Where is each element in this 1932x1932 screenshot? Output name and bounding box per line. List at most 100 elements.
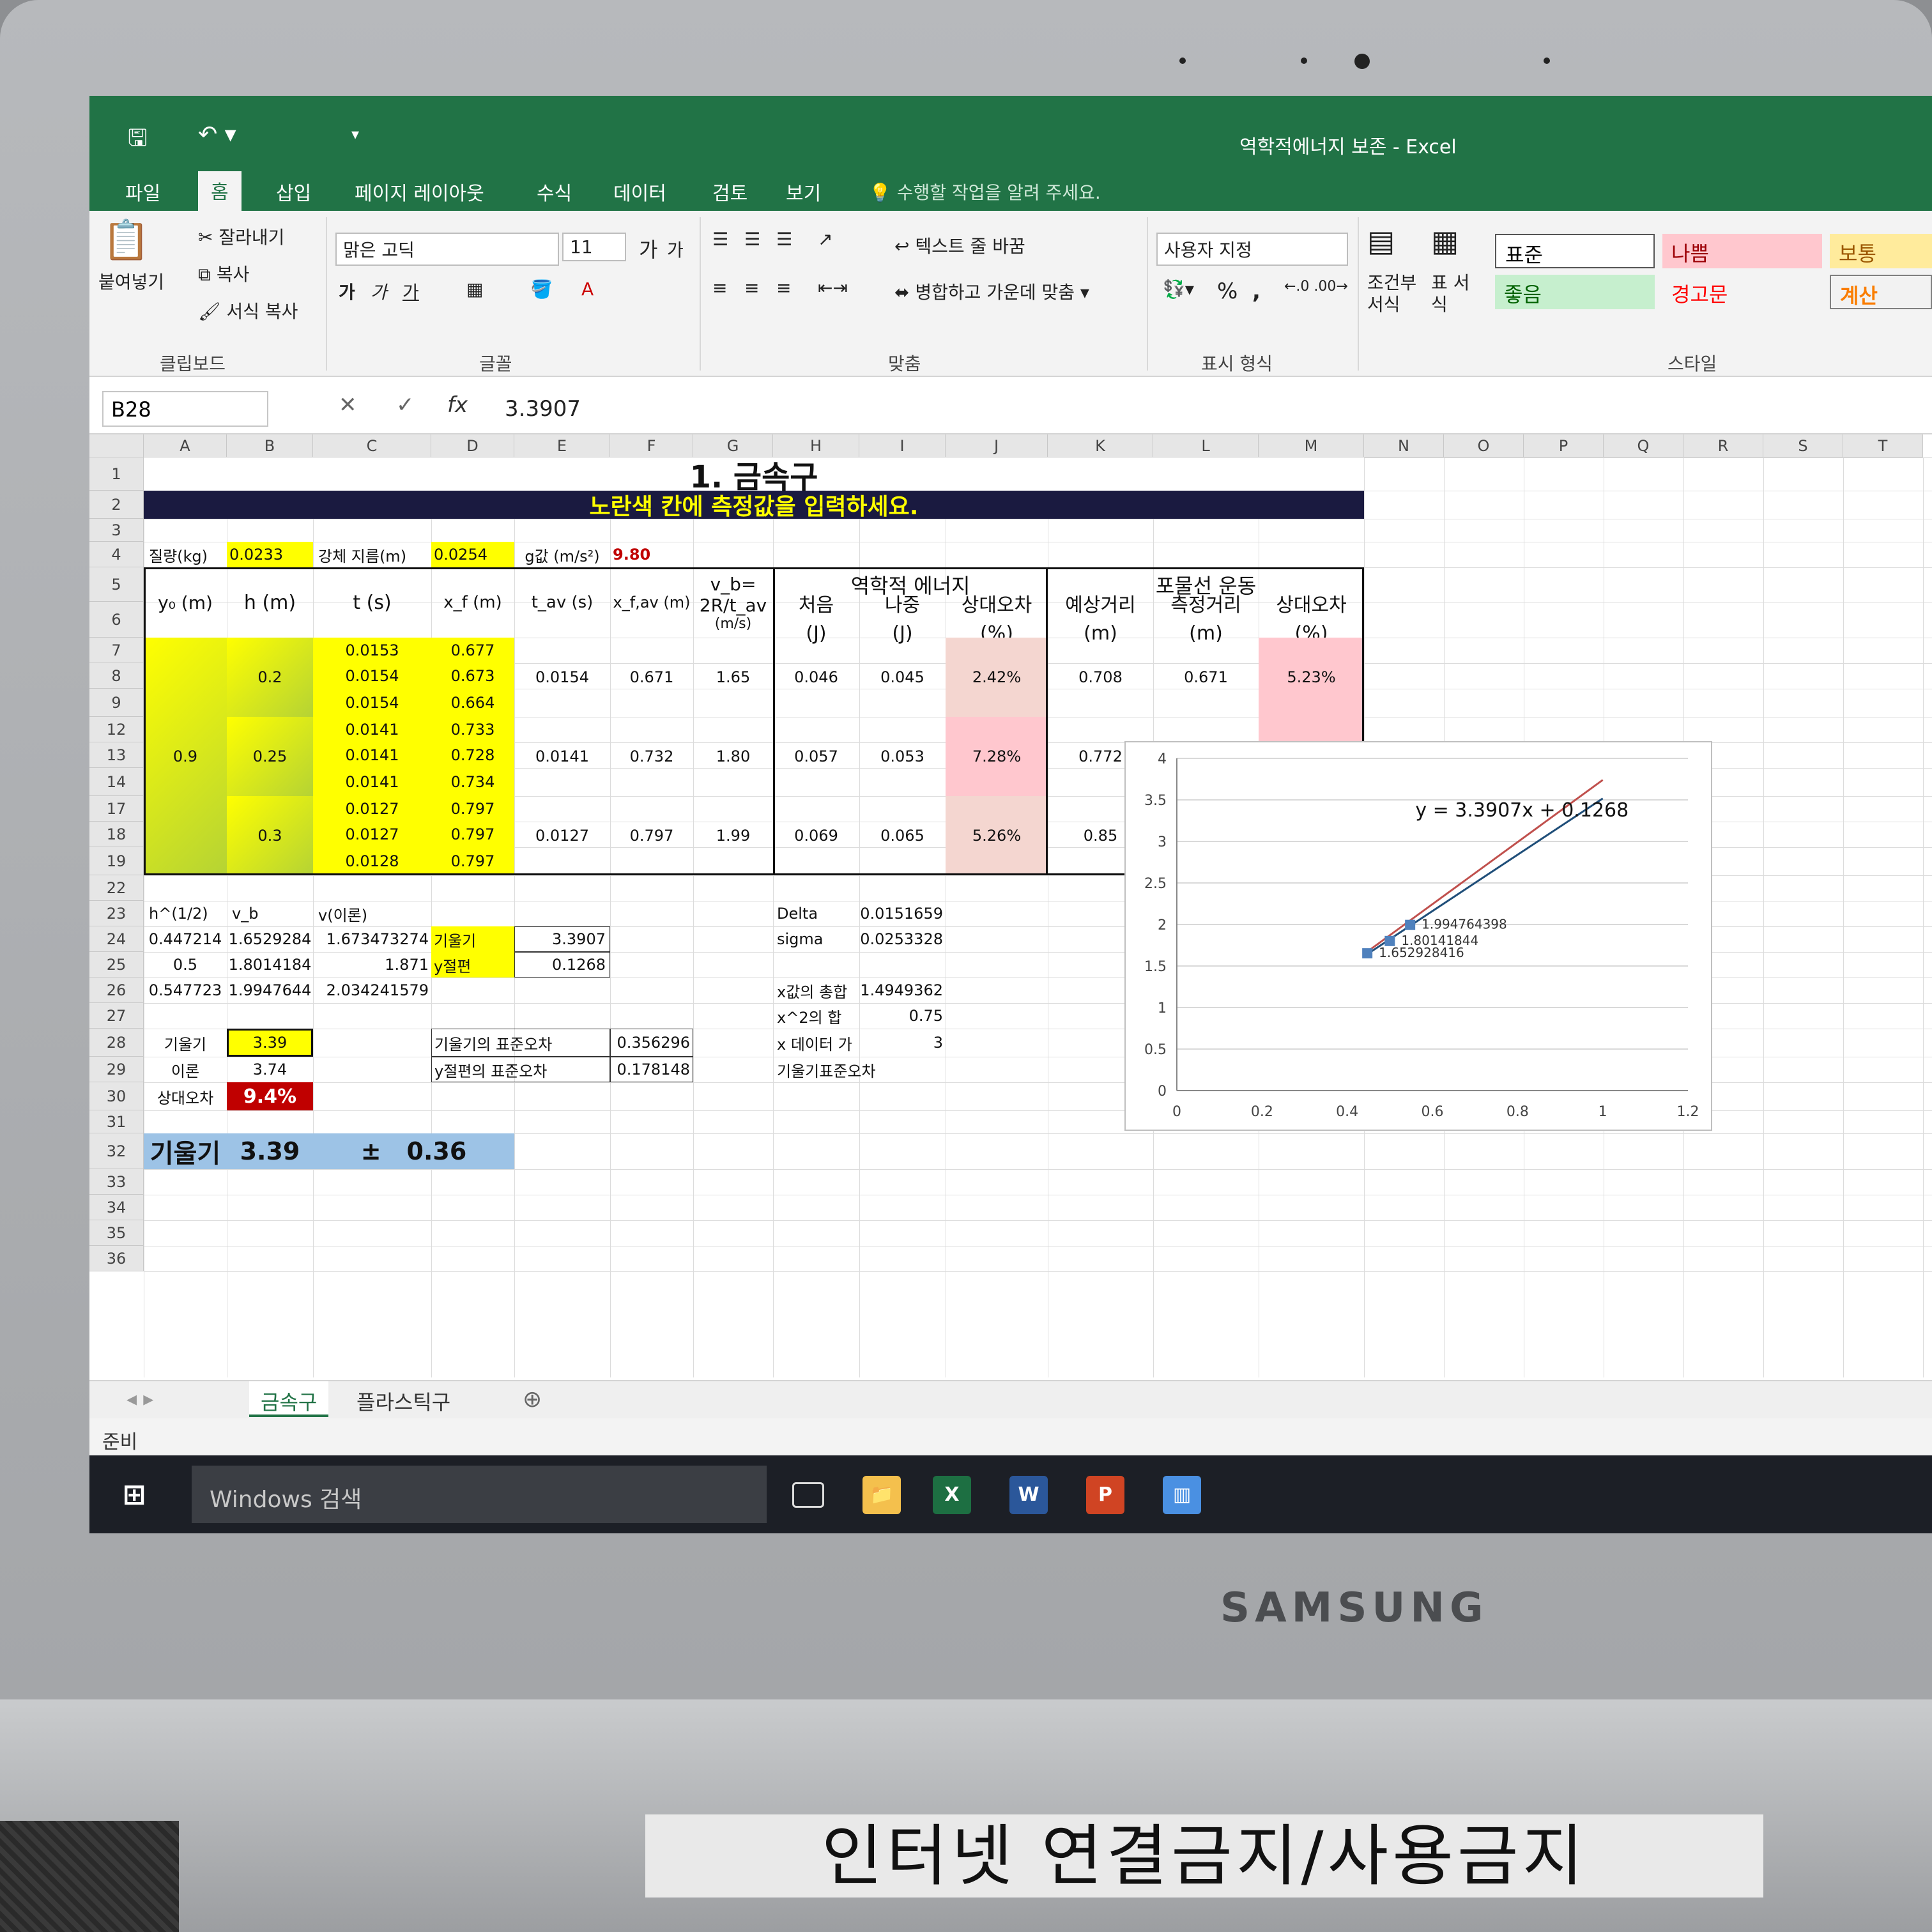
tab-data[interactable]: 데이터 xyxy=(601,174,679,210)
row-header[interactable]: 34 xyxy=(89,1195,144,1220)
task-view-icon[interactable] xyxy=(792,1482,824,1508)
diameter-value[interactable]: 0.0254 xyxy=(431,542,514,567)
column-header[interactable]: F xyxy=(610,434,693,457)
tab-page-layout[interactable]: 페이지 레이아웃 xyxy=(342,174,497,210)
align-bottom-icon[interactable]: ☰ xyxy=(776,229,792,250)
theory-label[interactable]: 이론 xyxy=(144,1057,227,1082)
xn-value[interactable]: 3 xyxy=(859,1029,946,1057)
row-header[interactable]: 30 xyxy=(89,1082,144,1110)
result-slope-label[interactable]: 기울기 xyxy=(144,1029,227,1057)
style-good[interactable]: 좋음 xyxy=(1495,275,1655,309)
tell-me-box[interactable]: 💡 수행할 작업을 알려 주세요. xyxy=(869,179,1101,204)
border-icon[interactable]: ▦ xyxy=(466,279,483,300)
tab-insert[interactable]: 삽입 xyxy=(263,174,324,210)
customize-qat-icon[interactable]: ▾ xyxy=(351,125,359,143)
row-header[interactable]: 12 xyxy=(89,717,144,742)
x2sum-value[interactable]: 0.75 xyxy=(859,1003,946,1029)
final-slope-label[interactable]: 기울기 xyxy=(144,1133,227,1169)
row-header[interactable]: 2 xyxy=(89,491,144,519)
slope-value[interactable]: 3.3907 xyxy=(514,926,610,952)
row-header[interactable]: 36 xyxy=(89,1246,144,1271)
align-center-icon[interactable]: ≡ xyxy=(744,277,759,298)
scatter-chart[interactable]: 0 0.5 1 1.5 2 2.5 3 3.5 4 0 0.2 0.4 0.6 0.8 1 1.2 1.6529… xyxy=(1124,741,1712,1131)
sheet-title[interactable]: 1. 금속구 xyxy=(144,457,1364,495)
calc-value[interactable]: 2.034241579 xyxy=(313,977,431,1003)
column-header[interactable]: A xyxy=(144,434,227,457)
row-header[interactable]: 33 xyxy=(89,1169,144,1195)
calc-value[interactable]: 1.6529284 xyxy=(227,926,313,952)
font-shrink-button[interactable]: 가 xyxy=(667,236,684,262)
mass-value[interactable]: 0.0233 xyxy=(227,542,313,567)
row-header[interactable]: 14 xyxy=(89,768,144,796)
row-header[interactable]: 5 xyxy=(89,567,144,602)
row-header[interactable]: 3 xyxy=(89,519,144,542)
row-header[interactable]: 23 xyxy=(89,901,144,926)
tab-formulas[interactable]: 수식 xyxy=(524,174,585,210)
style-warning[interactable]: 경고문 xyxy=(1662,275,1822,309)
add-sheet-icon[interactable]: ⊕ xyxy=(511,1381,553,1417)
slope-label[interactable]: 기울기 xyxy=(431,926,514,952)
g-label[interactable]: g값 (m/s²) xyxy=(514,542,610,567)
tab-review[interactable]: 검토 xyxy=(700,174,760,210)
file-explorer-icon[interactable]: 📁 xyxy=(862,1476,901,1514)
x2sum-label[interactable]: x^2의 합 xyxy=(773,1003,859,1029)
wrap-text-button[interactable]: ↩ 텍스트 줄 바꿈 xyxy=(894,233,1025,258)
intercept-se-label[interactable]: y절편의 표준오차 xyxy=(431,1057,610,1082)
calc-value[interactable]: 0.447214 xyxy=(144,926,227,952)
column-header[interactable]: J xyxy=(946,434,1048,457)
calc-value[interactable]: 1.8014184 xyxy=(227,952,313,977)
sigma-value[interactable]: 0.0253328 xyxy=(859,926,946,952)
row-header[interactable]: 13 xyxy=(89,742,144,768)
calc-value[interactable]: 1.871 xyxy=(313,952,431,977)
format-painter-button[interactable]: 🖌 서식 복사 xyxy=(198,298,298,323)
app-icon[interactable]: ▥ xyxy=(1163,1476,1201,1514)
column-header[interactable]: B xyxy=(227,434,313,457)
font-name-select[interactable]: 맑은 고딕 xyxy=(335,233,559,266)
align-top-icon[interactable]: ☰ xyxy=(712,229,728,250)
row-header[interactable]: 9 xyxy=(89,689,144,717)
check-icon[interactable]: ✓ xyxy=(396,392,415,418)
style-neutral[interactable]: 보통 xyxy=(1830,234,1932,268)
number-format-select[interactable]: 사용자 지정 xyxy=(1156,233,1348,266)
font-color-icon[interactable]: A xyxy=(581,279,594,300)
sheet-tab-metal[interactable]: 금속구 xyxy=(249,1381,329,1417)
currency-icon[interactable]: 💱▾ xyxy=(1163,279,1194,300)
column-header[interactable]: K xyxy=(1048,434,1153,457)
select-all-corner[interactable] xyxy=(89,434,144,457)
style-calc[interactable]: 계산 xyxy=(1830,275,1932,309)
copy-button[interactable]: ⧉ 복사 xyxy=(198,261,249,286)
row-header[interactable]: 17 xyxy=(89,796,144,822)
font-grow-button[interactable]: 가 xyxy=(639,234,657,263)
row-header[interactable]: 25 xyxy=(89,952,144,977)
mass-label[interactable]: 질량(kg) xyxy=(144,542,227,567)
conditional-format-button[interactable]: 조건부 서식 xyxy=(1367,272,1425,316)
column-header[interactable]: O xyxy=(1444,434,1524,457)
row-header[interactable]: 32 xyxy=(89,1133,144,1169)
final-slope-value[interactable]: 3.39 xyxy=(227,1133,313,1169)
calc-header[interactable]: v_b xyxy=(227,901,313,926)
style-normal[interactable]: 표준 xyxy=(1495,234,1655,268)
fill-color-icon[interactable]: 🪣 xyxy=(530,279,553,300)
slope-se-label[interactable]: 기울기의 표준오차 xyxy=(431,1029,610,1057)
result-slope-value[interactable]: 3.39 xyxy=(227,1029,313,1057)
column-header[interactable]: N xyxy=(1364,434,1444,457)
calc-header[interactable]: v(이론) xyxy=(313,901,431,926)
row-header[interactable]: 24 xyxy=(89,926,144,952)
delta-label[interactable]: Delta xyxy=(773,901,859,926)
table-format-button[interactable]: 표 서식 xyxy=(1431,272,1476,316)
column-header[interactable]: M xyxy=(1259,434,1364,457)
sigma-label[interactable]: sigma xyxy=(773,926,859,952)
cut-button[interactable]: ✂ 잘라내기 xyxy=(198,224,284,249)
delta-value[interactable]: 0.0151659 xyxy=(859,901,946,926)
formula-input[interactable]: 3.3907 xyxy=(492,391,1897,427)
underline-button[interactable]: 가 xyxy=(402,279,419,304)
diameter-label[interactable]: 강체 지름(m) xyxy=(313,542,431,567)
calc-value[interactable]: 1.9947644 xyxy=(227,977,313,1003)
windows-start-icon[interactable]: ⊞ xyxy=(115,1476,153,1514)
sheet-tab-plastic[interactable]: 플라스틱구 xyxy=(345,1381,462,1417)
table-format-icon[interactable]: ▦ xyxy=(1431,224,1459,258)
calc-header[interactable]: h^(1/2) xyxy=(144,901,227,926)
row-header[interactable]: 22 xyxy=(89,875,144,901)
calc-value[interactable]: 1.673473274 xyxy=(313,926,431,952)
column-header[interactable]: P xyxy=(1524,434,1604,457)
